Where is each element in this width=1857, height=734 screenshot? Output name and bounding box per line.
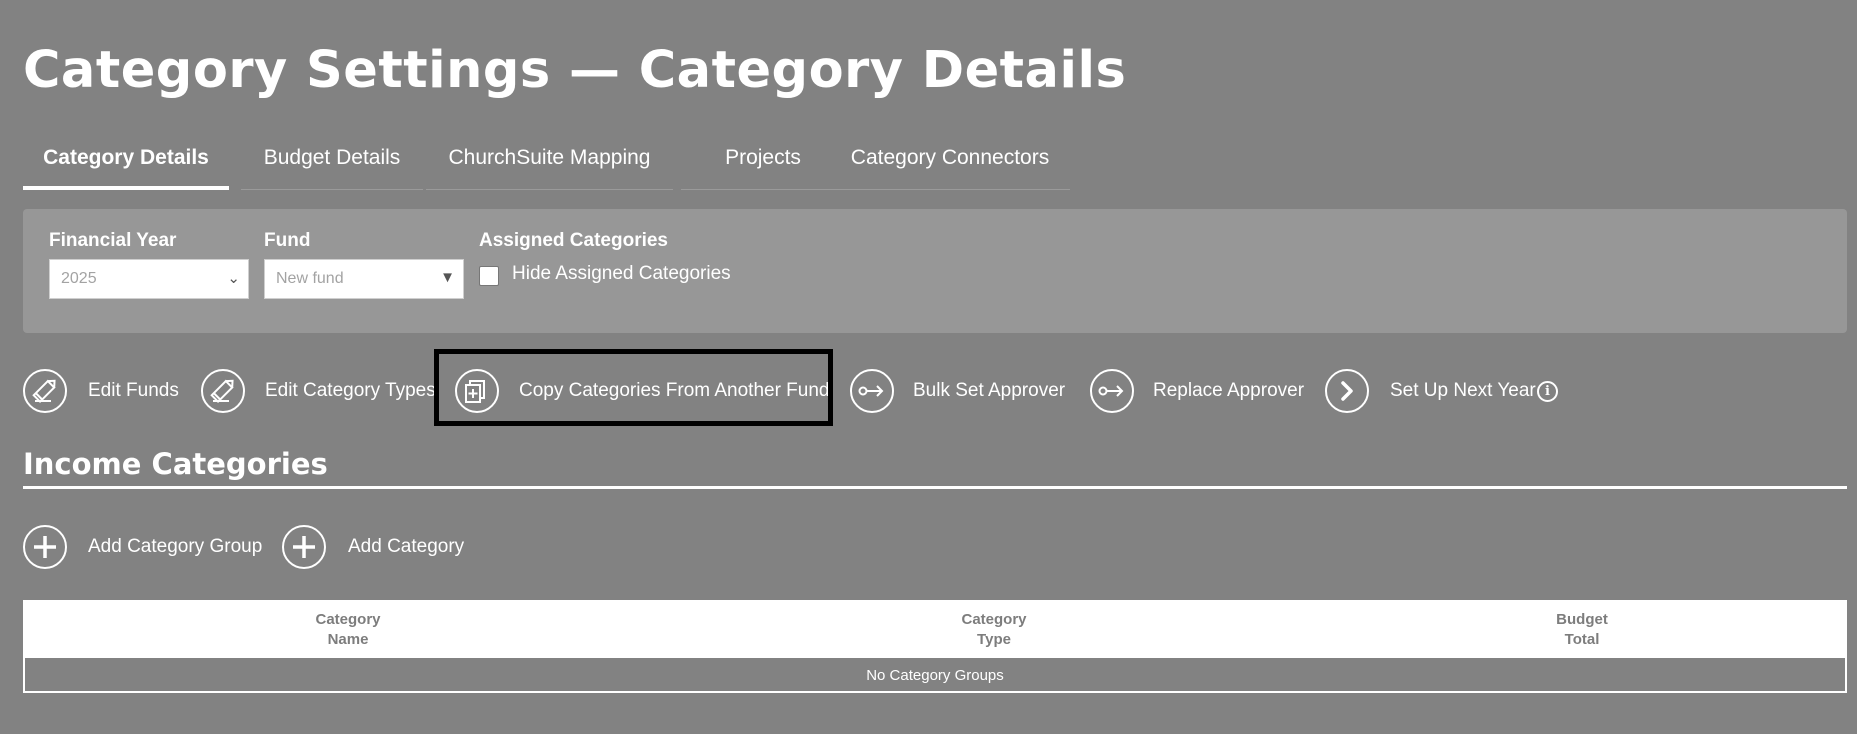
- hide-assigned-label[interactable]: Hide Assigned Categories: [512, 263, 731, 285]
- fund-select[interactable]: New fund ▼: [264, 259, 464, 299]
- section-divider: [23, 486, 1847, 489]
- table-header: Category Name Category Type Budget Total: [25, 602, 1845, 658]
- tab-category-details[interactable]: Category Details: [23, 134, 229, 190]
- bulk-set-approver-label: Bulk Set Approver: [913, 380, 1066, 401]
- column-header-line: Budget: [1556, 611, 1608, 628]
- edit-category-types-label: Edit Category Types: [265, 380, 436, 401]
- edit-category-types-button[interactable]: Edit Category Types: [201, 369, 436, 417]
- key-arrow-icon: [1090, 369, 1134, 413]
- hide-assigned-checkbox[interactable]: [479, 266, 499, 286]
- column-header-category-name[interactable]: Category Name: [248, 610, 448, 650]
- edit-funds-button[interactable]: Edit Funds: [23, 369, 183, 417]
- chevron-down-icon: ⌄: [227, 270, 240, 287]
- column-header-line: Name: [327, 631, 369, 648]
- column-header-line: Total: [1564, 631, 1600, 648]
- key-arrow-icon: [850, 369, 894, 413]
- income-categories-table: Category Name Category Type Budget Total…: [23, 600, 1847, 693]
- caret-down-icon: ▼: [440, 269, 455, 286]
- financial-year-label: Financial Year: [49, 230, 177, 251]
- financial-year-select[interactable]: 2025 ⌄: [49, 259, 249, 299]
- filter-panel: Financial Year 2025 ⌄ Fund New fund ▼ As…: [23, 209, 1847, 333]
- set-up-next-year-label: Set Up Next Year: [1390, 380, 1536, 401]
- tab-bar: Category Details Budget Details ChurchSu…: [23, 134, 1070, 190]
- pencil-icon: [23, 369, 67, 413]
- highlight-box: [434, 349, 833, 426]
- fund-label: Fund: [264, 230, 311, 251]
- info-icon[interactable]: i: [1537, 381, 1558, 402]
- column-header-category-type[interactable]: Category Type: [894, 610, 1094, 650]
- financial-year-value: 2025: [61, 270, 97, 287]
- add-category-group-button[interactable]: Add Category Group: [23, 525, 263, 573]
- column-header-budget-total[interactable]: Budget Total: [1482, 610, 1682, 650]
- assigned-categories-label: Assigned Categories: [479, 230, 668, 251]
- page-title: Category Settings — Category Details: [23, 41, 1127, 100]
- chevron-right-icon: [1325, 369, 1369, 413]
- fund-value: New fund: [276, 270, 344, 287]
- replace-approver-label: Replace Approver: [1153, 380, 1305, 401]
- add-category-button[interactable]: Add Category: [282, 525, 482, 573]
- plus-icon: [282, 525, 326, 569]
- replace-approver-button[interactable]: Replace Approver: [1090, 369, 1310, 417]
- tab-churchsuite-mapping[interactable]: ChurchSuite Mapping: [426, 134, 673, 190]
- column-header-line: Category: [315, 611, 381, 628]
- income-categories-title: Income Categories: [23, 447, 328, 481]
- empty-table-message: No Category Groups: [866, 667, 1004, 684]
- set-up-next-year-button[interactable]: Set Up Next Year i: [1325, 369, 1565, 417]
- add-category-label: Add Category: [348, 536, 465, 557]
- bulk-set-approver-button[interactable]: Bulk Set Approver: [850, 369, 1070, 417]
- tab-budget-details[interactable]: Budget Details: [241, 134, 423, 190]
- plus-icon: [23, 525, 67, 569]
- tab-projects[interactable]: Projects: [681, 134, 845, 190]
- edit-funds-label: Edit Funds: [88, 380, 179, 401]
- column-header-line: Category: [961, 611, 1027, 628]
- tab-category-connectors[interactable]: Category Connectors: [830, 134, 1070, 190]
- add-category-group-label: Add Category Group: [88, 536, 263, 557]
- pencil-icon: [201, 369, 245, 413]
- column-header-line: Type: [977, 631, 1011, 648]
